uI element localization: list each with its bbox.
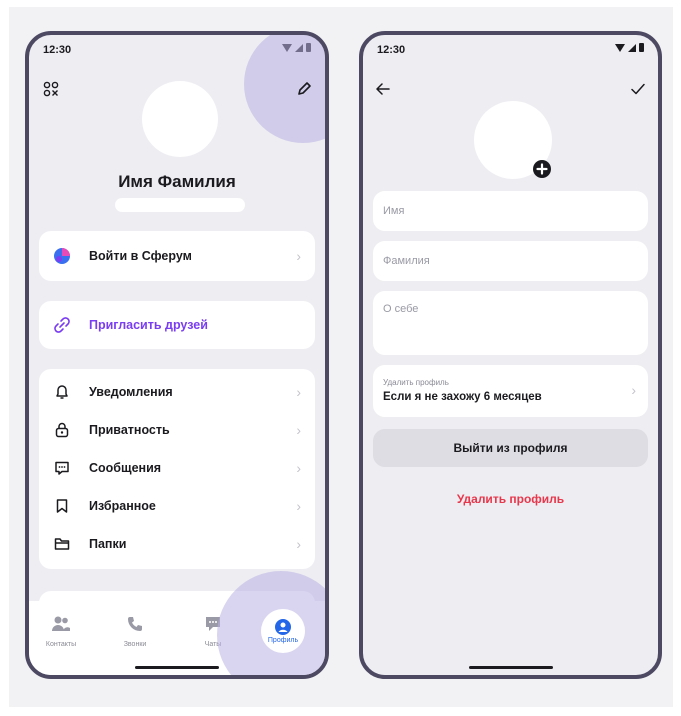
tab-label: Профиль [267, 636, 299, 644]
link-icon [53, 316, 71, 334]
menu-item-folders[interactable]: Папки › [39, 525, 315, 563]
profile-name: Имя Фамилия [118, 172, 236, 191]
delete-setting-caption: Удалить профиль [383, 378, 449, 387]
profile-screen: 12:30 Имя Фамилия Войти в Сферум › Пригл… [25, 31, 329, 679]
phone-icon [128, 617, 142, 631]
bell-icon [53, 383, 71, 401]
home-indicator [135, 666, 219, 669]
menu-label: Уведомления [89, 385, 173, 399]
bookmark-icon [53, 497, 71, 515]
last-name-field[interactable]: Фамилия [373, 241, 648, 281]
invite-label: Пригласить друзей [89, 318, 208, 332]
tab-contacts[interactable]: Контакты [31, 615, 91, 648]
logout-button[interactable]: Выйти из профиля [373, 429, 648, 467]
sferum-logo-icon [53, 247, 71, 265]
menu-item-privacy[interactable]: Приватность › [39, 411, 315, 449]
invite-card[interactable]: Пригласить друзей [39, 301, 315, 349]
lock-icon [53, 421, 71, 439]
menu-label: Папки [89, 537, 127, 551]
message-icon [53, 459, 71, 477]
profile-icon [275, 618, 291, 635]
menu-item-notifications[interactable]: Уведомления › [39, 373, 315, 411]
menu-label: Приватность [89, 423, 170, 437]
edit-profile-screen: 12:30 Имя Фамилия О себе Удалить профиль… [359, 31, 662, 679]
about-field[interactable]: О себе [373, 291, 648, 355]
canvas: 12:30 Имя Фамилия Войти в Сферум › Пригл… [9, 7, 673, 707]
chevron-right-icon: › [631, 382, 636, 398]
status-bar: 12:30 [377, 43, 644, 59]
first-name-placeholder: Имя [383, 205, 405, 217]
add-photo-icon[interactable] [533, 160, 551, 178]
settings-menu: Уведомления › Приватность › Сообщения › … [39, 369, 315, 569]
chevron-right-icon: › [296, 536, 301, 552]
tab-bar: Контакты Звонки Чаты Профиль [29, 571, 325, 675]
menu-item-messages[interactable]: Сообщения › [39, 449, 315, 487]
chevron-right-icon: › [296, 384, 301, 400]
username-placeholder [115, 198, 245, 212]
signal-icon [628, 43, 636, 52]
profile-tab-bubble: Профиль [261, 609, 305, 653]
about-placeholder: О себе [383, 303, 419, 315]
status-time: 12:30 [377, 44, 406, 56]
contacts-icon [52, 616, 70, 631]
wifi-icon [615, 43, 625, 52]
tab-label: Звонки [123, 641, 147, 648]
status-time: 12:30 [43, 44, 72, 56]
tab-profile[interactable]: Профиль [253, 609, 313, 653]
menu-label: Избранное [89, 499, 156, 513]
edit-pencil-icon[interactable] [295, 80, 313, 98]
avatar[interactable] [142, 81, 218, 157]
back-arrow-icon[interactable] [375, 81, 391, 97]
tab-label: Контакты [45, 641, 77, 648]
edit-highlight [244, 35, 325, 143]
save-check-icon[interactable] [630, 81, 646, 97]
chevron-right-icon: › [296, 248, 301, 264]
chevron-right-icon: › [296, 460, 301, 476]
battery-icon [639, 43, 644, 52]
sferum-label: Войти в Сферум [89, 249, 192, 263]
last-name-placeholder: Фамилия [383, 255, 430, 267]
folder-icon [53, 535, 71, 553]
delete-setting-value: Если я не захожу 6 месяцев [383, 391, 542, 403]
delete-profile-button[interactable]: Удалить профиль [363, 492, 658, 506]
sferum-card[interactable]: Войти в Сферум › [39, 231, 315, 281]
status-icons [615, 43, 644, 52]
tab-calls[interactable]: Звонки [105, 615, 165, 648]
chevron-right-icon: › [296, 422, 301, 438]
delete-profile-setting[interactable]: Удалить профиль Если я не захожу 6 месяц… [373, 365, 648, 417]
chevron-right-icon: › [296, 498, 301, 514]
qr-code-icon[interactable] [43, 81, 59, 97]
home-indicator [468, 666, 553, 669]
menu-item-favorites[interactable]: Избранное › [39, 487, 315, 525]
menu-label: Сообщения [89, 461, 162, 475]
first-name-field[interactable]: Имя [373, 191, 648, 231]
